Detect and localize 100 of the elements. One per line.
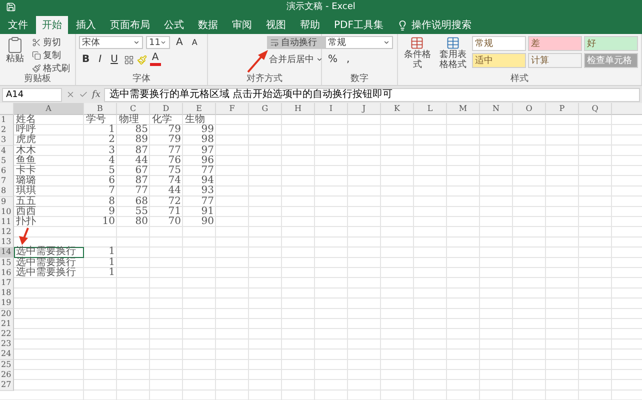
- column-header[interactable]: Q: [579, 103, 612, 115]
- clipboard-button[interactable]: 剪切: [30, 36, 72, 48]
- column-header[interactable]: G: [249, 103, 282, 115]
- column-header[interactable]: D: [150, 103, 183, 115]
- row-header[interactable]: 11: [0, 216, 14, 228]
- column-header[interactable]: L: [414, 103, 447, 115]
- table-cell-text: 85: [134, 125, 149, 136]
- underline-button[interactable]: U: [108, 53, 121, 66]
- row-header[interactable]: 18: [0, 288, 14, 300]
- ribbon-tab[interactable]: 审阅: [226, 16, 258, 34]
- row-header[interactable]: 10: [0, 206, 14, 218]
- bold-button[interactable]: B: [79, 53, 93, 66]
- shrink-font-button[interactable]: A: [188, 36, 200, 49]
- cell-style-option[interactable]: 适中: [472, 53, 526, 68]
- font-size-dropdown[interactable]: 11: [146, 36, 170, 49]
- column-header[interactable]: E: [183, 103, 216, 115]
- font-color-button[interactable]: A: [150, 53, 161, 66]
- row-header[interactable]: 26: [0, 370, 14, 381]
- row-header[interactable]: 25: [0, 360, 14, 370]
- ribbon-tab[interactable]: 帮助: [294, 16, 326, 34]
- column-header[interactable]: I: [315, 103, 348, 115]
- tell-me-search[interactable]: 操作说明搜索: [411, 18, 472, 32]
- row-header[interactable]: 9: [0, 196, 14, 208]
- cell-style-option[interactable]: 差: [528, 36, 582, 51]
- cell-style-option[interactable]: 常规: [472, 36, 526, 51]
- column-header[interactable]: P: [546, 103, 579, 115]
- chevron-down-icon[interactable]: [133, 39, 140, 46]
- grow-font-button[interactable]: A: [173, 36, 186, 49]
- comma-button[interactable]: ,: [344, 53, 353, 66]
- column-header[interactable]: O: [513, 103, 546, 115]
- table-cell-text: 姓名: [15, 115, 37, 125]
- formula-input[interactable]: 选中需要换行的单元格区域 点击开始选项中的自动换行按钮即可: [104, 88, 640, 102]
- row-header[interactable]: 24: [0, 349, 14, 360]
- group-label: 字体: [132, 74, 152, 85]
- chevron-down-icon[interactable]: [160, 39, 167, 46]
- clipboard-button[interactable]: 复制: [30, 49, 72, 61]
- row-header[interactable]: 12: [0, 227, 14, 238]
- row-header[interactable]: 5: [0, 156, 14, 167]
- column-header[interactable]: C: [117, 103, 150, 115]
- row-header[interactable]: 8: [0, 186, 14, 198]
- column-header[interactable]: H: [282, 103, 315, 115]
- column-header[interactable]: F: [216, 103, 249, 115]
- table-cell-text: 2: [108, 135, 116, 146]
- table-cell-text: 71: [167, 206, 182, 217]
- column-header[interactable]: N: [480, 103, 513, 115]
- ribbon-tab[interactable]: 插入: [70, 16, 102, 34]
- row-header[interactable]: 1: [0, 115, 14, 126]
- ribbon-tab[interactable]: 公式: [158, 16, 190, 34]
- conditional-format-button[interactable]: 条件格式: [401, 36, 434, 70]
- cell-style-option[interactable]: 好: [584, 36, 638, 51]
- row-header[interactable]: 3: [0, 135, 14, 146]
- font-name-dropdown[interactable]: 宋体: [79, 36, 143, 49]
- border-icon[interactable]: [124, 54, 134, 64]
- name-box[interactable]: A14: [2, 88, 62, 102]
- fill-color-icon[interactable]: [136, 54, 147, 64]
- row-header[interactable]: 23: [0, 339, 14, 350]
- clipboard-button[interactable]: 格式刷: [30, 62, 72, 74]
- column-header[interactable]: B: [84, 103, 117, 115]
- ribbon-tab[interactable]: PDF工具集: [328, 16, 390, 34]
- column-header[interactable]: K: [381, 103, 414, 115]
- lightbulb-icon[interactable]: [397, 20, 408, 30]
- column-header[interactable]: J: [348, 103, 381, 115]
- cell-style-option[interactable]: 计算: [528, 53, 582, 68]
- insert-function-button[interactable]: fx: [92, 90, 100, 100]
- percent-button[interactable]: %: [325, 53, 341, 66]
- table-cell-text: 3: [108, 146, 116, 156]
- row-header[interactable]: 21: [0, 318, 14, 330]
- paste-button[interactable]: 粘贴: [3, 36, 27, 64]
- ribbon-tab[interactable]: 视图: [260, 16, 292, 34]
- chevron-down-icon[interactable]: [383, 39, 390, 46]
- row-header[interactable]: 20: [0, 308, 14, 320]
- row-header[interactable]: 19: [0, 298, 14, 310]
- row-header[interactable]: 15: [0, 258, 14, 269]
- ribbon-tab[interactable]: 页面布局: [104, 16, 156, 34]
- ribbon-tab[interactable]: 数据: [192, 16, 224, 34]
- row-header[interactable]: 27: [0, 380, 14, 391]
- clipboard-icon: [6, 36, 24, 54]
- ribbon-tab[interactable]: 开始: [36, 16, 68, 34]
- row-header[interactable]: 22: [0, 328, 14, 340]
- table-icon: [410, 36, 424, 50]
- row-header[interactable]: 7: [0, 176, 14, 188]
- row-header[interactable]: 16: [0, 268, 14, 279]
- row-header[interactable]: 4: [0, 146, 14, 157]
- row-header[interactable]: 14: [0, 247, 14, 258]
- cancel-icon[interactable]: [66, 90, 75, 99]
- save-icon[interactable]: [6, 2, 16, 12]
- number-format-dropdown[interactable]: 常规: [325, 36, 393, 49]
- column-header[interactable]: M: [447, 103, 480, 115]
- table-format-button[interactable]: 套用表格格式: [436, 36, 469, 70]
- italic-button[interactable]: I: [96, 53, 105, 66]
- column-header[interactable]: A: [14, 103, 84, 115]
- table-cell-text: 5: [108, 166, 116, 176]
- row-header[interactable]: 6: [0, 166, 14, 177]
- ribbon-tab[interactable]: 文件: [2, 16, 34, 34]
- row-header[interactable]: 2: [0, 125, 14, 136]
- wrap-text-button[interactable]: 自动换行: [267, 36, 325, 49]
- chevron-down-icon[interactable]: [316, 56, 323, 62]
- row-header[interactable]: 17: [0, 278, 14, 289]
- merge-center-button[interactable]: 合并后居中: [267, 53, 325, 65]
- row-header[interactable]: 13: [0, 237, 14, 248]
